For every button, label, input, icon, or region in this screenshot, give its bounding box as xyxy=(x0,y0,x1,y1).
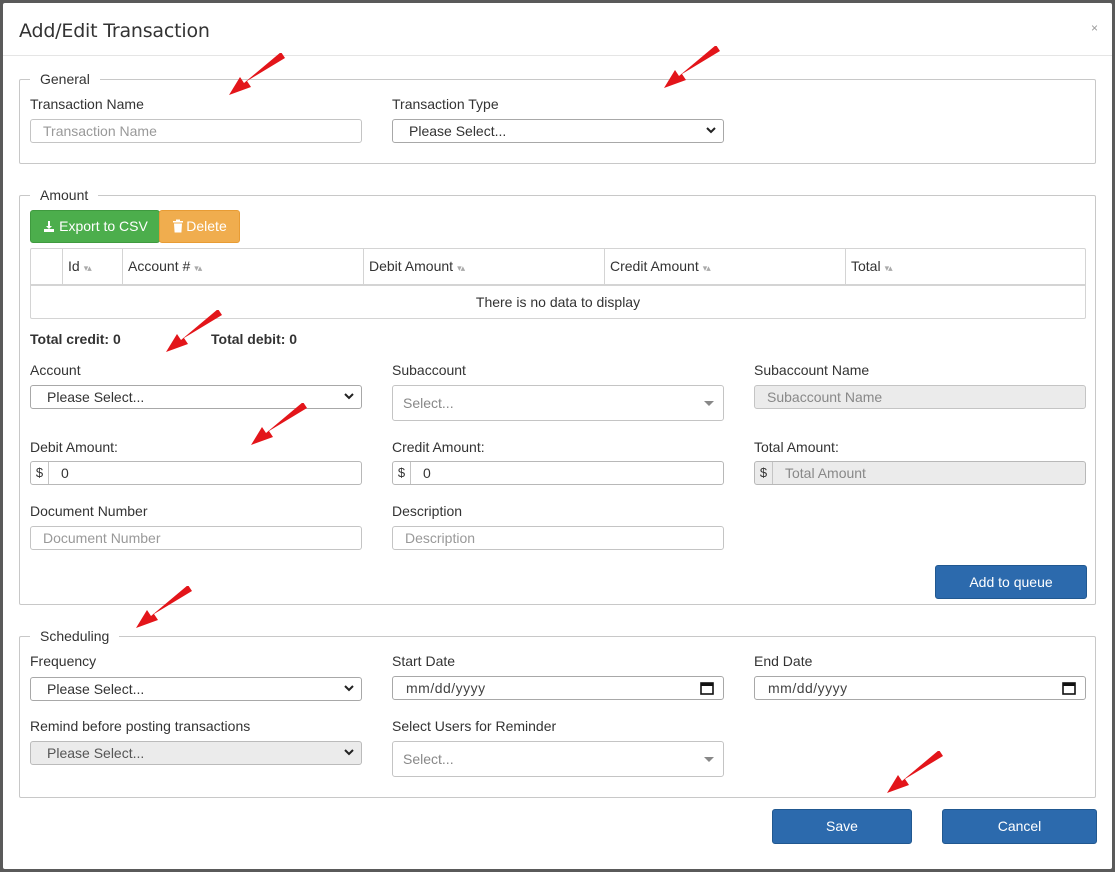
remind-value: Please Select... xyxy=(47,745,145,761)
description-input[interactable]: Description xyxy=(392,526,724,550)
column-header-total[interactable]: Total ▾▴ xyxy=(845,249,1086,284)
annotation-arrow-icon xyxy=(223,53,293,101)
annotation-arrow-icon xyxy=(245,403,315,451)
currency-symbol: $ xyxy=(755,462,773,484)
account-value: Please Select... xyxy=(47,389,145,405)
annotation-arrow-icon xyxy=(130,586,200,634)
trash-icon xyxy=(173,219,184,233)
chevron-down-icon xyxy=(343,390,355,402)
remind-label: Remind before posting transactions xyxy=(30,718,251,734)
reminder-users-value: Select... xyxy=(403,751,454,767)
column-header-credit[interactable]: Credit Amount ▾▴ xyxy=(604,249,845,284)
chevron-down-icon xyxy=(705,124,717,136)
reminder-users-select[interactable]: Select... xyxy=(392,741,724,777)
currency-symbol: $ xyxy=(31,462,49,484)
start-date-input[interactable]: mm/dd/yyyy xyxy=(392,676,724,700)
document-number-label: Document Number xyxy=(30,503,148,519)
export-csv-button[interactable]: Export to CSV xyxy=(30,210,160,243)
subaccount-label: Subaccount xyxy=(392,362,466,378)
delete-label: Delete xyxy=(186,218,227,234)
save-button[interactable]: Save xyxy=(772,809,912,844)
frequency-label: Frequency xyxy=(30,653,97,669)
sort-icon: ▾▴ xyxy=(457,263,465,273)
annotation-arrow-icon xyxy=(881,751,951,799)
cancel-button[interactable]: Cancel xyxy=(942,809,1097,844)
caret-down-icon xyxy=(704,401,714,406)
transactions-grid: Id ▾▴ Account # ▾▴ Debit Amount ▾▴ Credit A… xyxy=(30,248,1086,319)
column-header-debit[interactable]: Debit Amount ▾▴ xyxy=(363,249,604,284)
credit-amount-value: 0 xyxy=(423,465,431,481)
amount-legend: Amount xyxy=(30,187,99,203)
description-label: Description xyxy=(392,503,463,519)
sort-icon: ▾▴ xyxy=(884,263,893,273)
total-amount-input: $ Total Amount xyxy=(754,461,1086,485)
currency-symbol: $ xyxy=(393,462,411,484)
annotation-arrow-icon xyxy=(658,46,728,94)
column-header-id[interactable]: Id ▾▴ xyxy=(62,249,122,284)
document-number-input[interactable]: Document Number xyxy=(30,526,362,550)
add-edit-transaction-modal: Add/Edit Transaction × General Transacti… xyxy=(3,3,1112,869)
frequency-select[interactable]: Please Select... xyxy=(30,677,362,701)
total-amount-label: Total Amount: xyxy=(754,439,839,455)
delete-button[interactable]: Delete xyxy=(159,210,240,243)
debit-amount-label: Debit Amount: xyxy=(30,439,118,455)
transaction-type-select[interactable]: Please Select... xyxy=(392,119,724,143)
sort-icon: ▾▴ xyxy=(194,263,202,273)
sort-icon: ▾▴ xyxy=(83,263,92,273)
export-icon xyxy=(44,221,55,232)
subaccount-name-label: Subaccount Name xyxy=(754,362,870,378)
subaccount-value: Select... xyxy=(403,395,454,411)
export-csv-label: Export to CSV xyxy=(59,218,148,234)
scheduling-legend: Scheduling xyxy=(30,628,120,644)
account-label: Account xyxy=(30,362,81,378)
calendar-icon[interactable] xyxy=(700,681,714,695)
general-legend: General xyxy=(30,71,100,87)
end-date-value: mm/dd/yyyy xyxy=(768,680,848,696)
transaction-type-value: Please Select... xyxy=(409,123,507,139)
subaccount-select[interactable]: Select... xyxy=(392,385,724,421)
chevron-down-icon xyxy=(343,682,355,694)
frequency-value: Please Select... xyxy=(47,681,145,697)
end-date-input[interactable]: mm/dd/yyyy xyxy=(754,676,1086,700)
transaction-type-label: Transaction Type xyxy=(392,96,499,112)
total-credit: Total credit: 0 xyxy=(30,331,121,347)
transaction-name-input[interactable]: Transaction Name xyxy=(30,119,362,143)
grid-header: Id ▾▴ Account # ▾▴ Debit Amount ▾▴ Credit A… xyxy=(31,249,1085,286)
reminder-users-label: Select Users for Reminder xyxy=(392,718,557,734)
caret-down-icon xyxy=(704,757,714,762)
sort-icon: ▾▴ xyxy=(702,263,711,273)
modal-title: Add/Edit Transaction xyxy=(19,20,210,42)
chevron-down-icon xyxy=(343,746,355,758)
total-amount-placeholder: Total Amount xyxy=(785,465,866,481)
annotation-arrow-icon xyxy=(160,310,230,358)
subaccount-name-input: Subaccount Name xyxy=(754,385,1086,409)
start-date-label: Start Date xyxy=(392,653,456,669)
column-header-account[interactable]: Account # ▾▴ xyxy=(122,249,363,284)
credit-amount-label: Credit Amount: xyxy=(392,439,485,455)
transaction-name-label: Transaction Name xyxy=(30,96,144,112)
start-date-value: mm/dd/yyyy xyxy=(406,680,486,696)
close-icon[interactable]: × xyxy=(1091,21,1098,35)
remind-select: Please Select... xyxy=(30,741,362,765)
calendar-icon[interactable] xyxy=(1062,681,1076,695)
add-to-queue-button[interactable]: Add to queue xyxy=(935,565,1087,599)
end-date-label: End Date xyxy=(754,653,813,669)
credit-amount-input[interactable]: $ 0 xyxy=(392,461,724,485)
debit-amount-value: 0 xyxy=(61,465,69,481)
modal-header: Add/Edit Transaction × xyxy=(3,3,1112,56)
debit-amount-input[interactable]: $ 0 xyxy=(30,461,362,485)
